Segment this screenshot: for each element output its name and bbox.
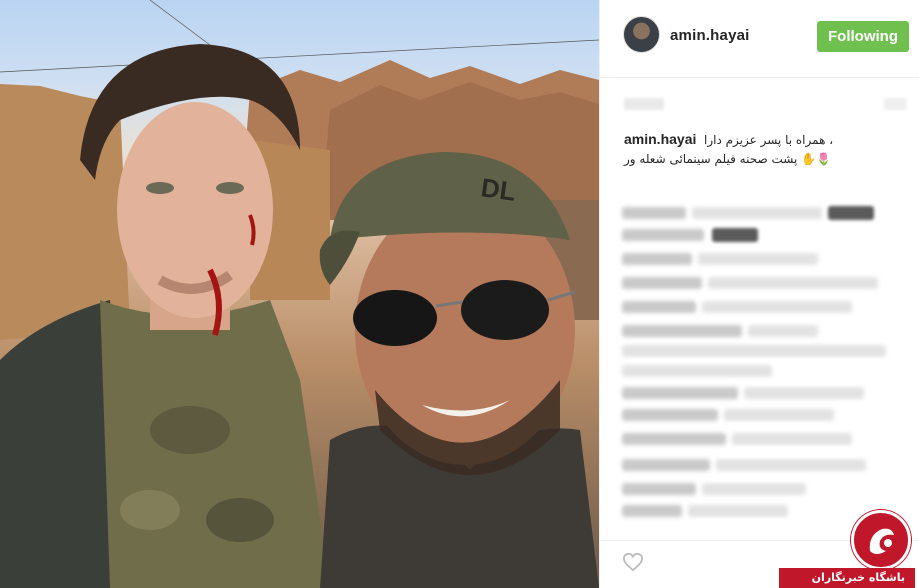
post-header: amin.hayai Following [600,0,919,78]
post-caption: amin.hayai همراه با پسر عزیزم دارا ، 🌷✋ … [624,130,906,169]
comment-text-blurred [748,325,818,337]
comment-username-blurred [622,387,738,399]
comment-text-blurred [724,409,834,421]
comment-emoji-blurred [828,206,874,220]
comment-username-blurred [622,505,682,517]
sunglasses-left-lens [353,290,437,346]
sunglasses-right-lens [461,280,549,340]
comment-text-blurred [716,459,866,471]
comment-text-blurred [708,277,878,289]
comment-emoji-blurred [712,228,758,242]
comment-username-blurred [622,325,742,337]
camo-pattern [120,490,180,530]
caption-username[interactable]: amin.hayai [624,131,696,147]
agency-watermark: باشگاه خبرنگاران [779,510,915,588]
comment-username-blurred [622,459,710,471]
comment-text-blurred [732,433,852,445]
caption-line-1: amin.hayai همراه با پسر عزیزم دارا ، [624,130,906,150]
comment-username-blurred [622,253,692,265]
comment-text-blurred [622,365,772,377]
comment-text-blurred [692,207,822,219]
time-ago-blurred [884,98,906,110]
comment-username-blurred [622,229,704,241]
comment-text-blurred [688,505,788,517]
heart-icon[interactable] [622,552,644,572]
comment-username-blurred [622,277,702,289]
left-eye [146,182,174,194]
avatar[interactable] [623,16,660,53]
comment-text-blurred [622,345,886,357]
right-eye [216,182,244,194]
caption-text: همراه با پسر عزیزم دارا ، [704,133,834,147]
comment-text-blurred [702,301,852,313]
username-link[interactable]: amin.hayai [670,27,750,44]
logo-icon [869,528,894,554]
comment-text-blurred [744,387,864,399]
comment-username-blurred [622,483,696,495]
comment-username-blurred [622,207,686,219]
watermark-logo [851,510,911,570]
comment-text-blurred [698,253,818,265]
camo-pattern [206,498,274,542]
comment-username-blurred [622,409,718,421]
post-photo[interactable]: DL [0,0,599,588]
following-button[interactable]: Following [817,21,909,52]
power-line [0,39,599,73]
likes-count-blurred [624,98,664,110]
photo-scene: DL [0,0,599,588]
comment-text-blurred [702,483,806,495]
cap-logo: DL [479,172,518,207]
comment-username-blurred [622,433,726,445]
caption-line-2: 🌷✋ پشت صحنه فیلم سینمائی شعله ور [624,152,831,166]
watermark-text: باشگاه خبرنگاران [779,568,915,588]
post-sidebar: amin.hayai Following amin.hayai همراه با… [599,0,919,588]
comment-username-blurred [622,301,696,313]
post-meta [600,78,919,126]
camo-pattern [150,406,230,454]
